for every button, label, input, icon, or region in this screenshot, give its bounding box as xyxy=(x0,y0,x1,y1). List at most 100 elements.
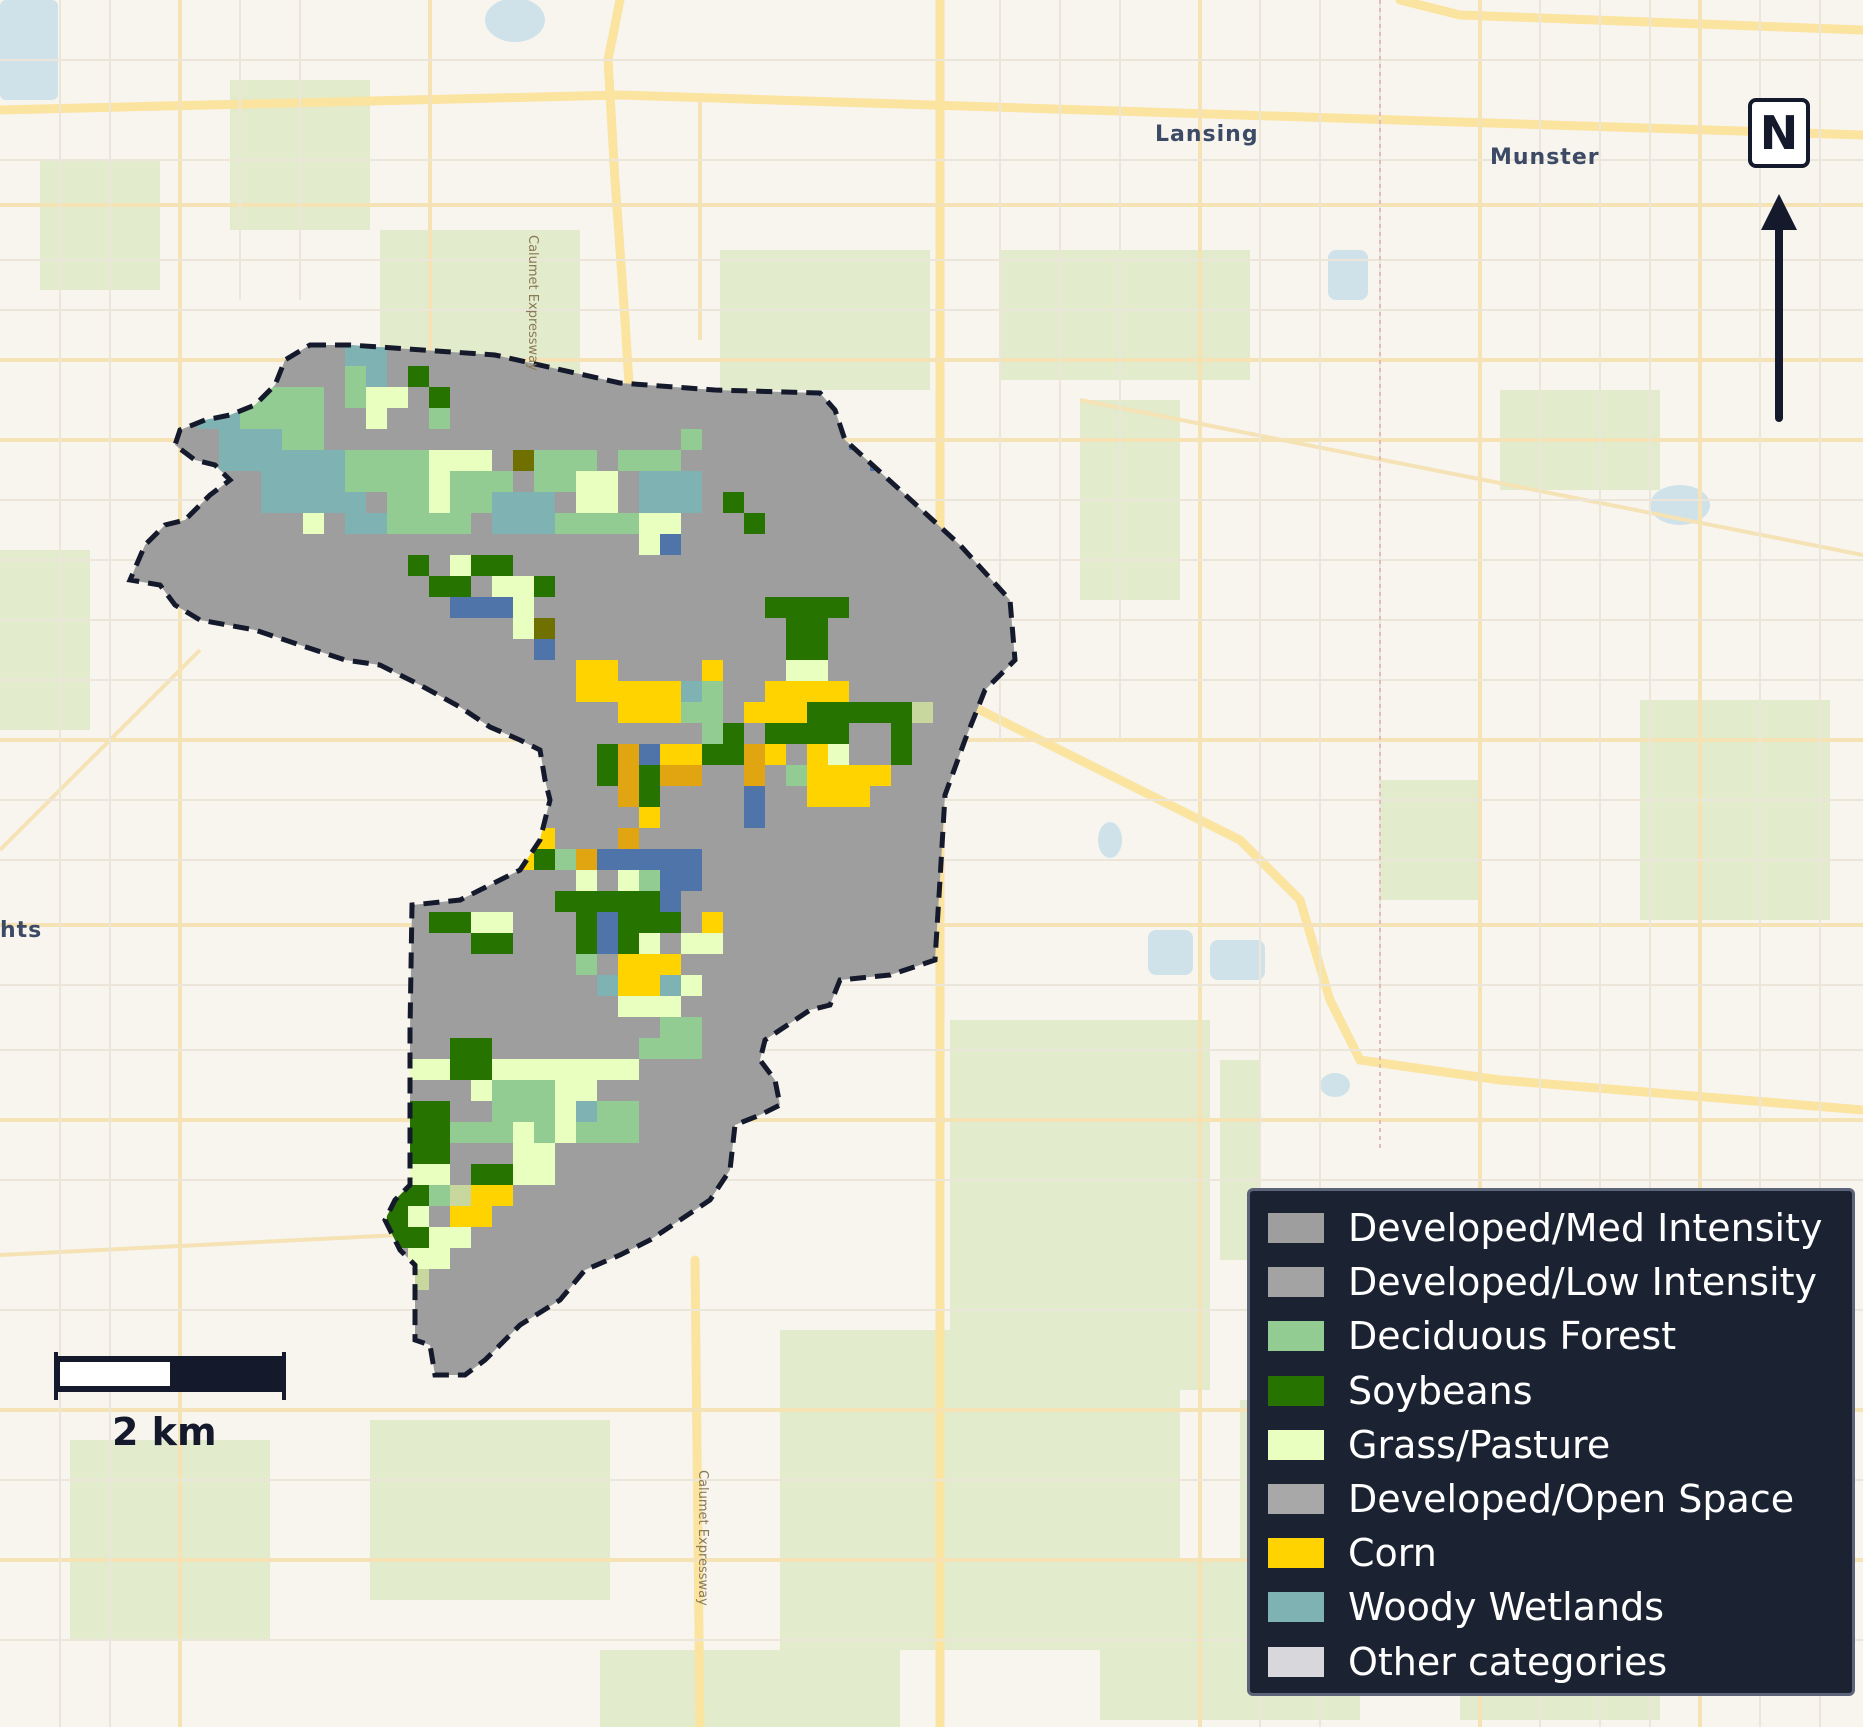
land-cover-cell-corn xyxy=(471,1185,513,1206)
legend-swatch xyxy=(1268,1592,1324,1623)
land-cover-cell-corn xyxy=(807,765,891,786)
land-cover-cell-corn xyxy=(618,954,681,975)
land-cover-cell-deciduous xyxy=(681,429,702,450)
land-cover-cell-grass xyxy=(639,933,660,954)
land-cover-cell-corn xyxy=(807,786,870,807)
land-cover-cell-soybeans xyxy=(471,1164,513,1185)
land-cover-cell-grass xyxy=(471,912,513,933)
land-cover-cell-corn-dark xyxy=(744,744,765,786)
land-cover-cell-corn-dark xyxy=(660,765,702,786)
land-cover-cell-deciduous xyxy=(702,723,723,744)
place-label-munster: Munster xyxy=(1490,145,1600,170)
land-cover-cell-grass xyxy=(828,744,849,765)
land-cover-cell-grass xyxy=(513,1122,534,1143)
land-cover-cell-soybeans xyxy=(807,702,828,723)
map-canvas: Lansing Munster hts Calumet Expressway C… xyxy=(0,0,1863,1727)
land-cover-cell-corn xyxy=(702,660,723,681)
legend-swatch xyxy=(1268,1321,1324,1352)
land-cover-cell-mixed xyxy=(912,702,933,723)
road-label-calumet-north: Calumet Expressway xyxy=(525,235,540,371)
land-cover-cell-grass xyxy=(303,513,324,534)
north-arrow: N xyxy=(1748,98,1818,428)
land-cover-cell-grass xyxy=(513,597,534,639)
land-cover-cell-water xyxy=(450,597,513,618)
land-cover-cell-deciduous xyxy=(786,765,807,786)
legend-label: Grass/Pasture xyxy=(1348,1422,1611,1467)
legend-swatch xyxy=(1268,1267,1324,1298)
land-cover-cell-soybeans xyxy=(786,618,828,660)
land-cover-cell-deciduous xyxy=(345,450,429,492)
legend-item: Woody Wetlands xyxy=(1268,1580,1852,1634)
land-cover-cell-olive xyxy=(513,450,534,471)
legend-item: Other categories xyxy=(1268,1635,1852,1689)
land-cover-cell-corn xyxy=(618,975,660,996)
legend-item: Deciduous Forest xyxy=(1268,1309,1852,1363)
land-cover-cell-wetlands xyxy=(660,975,681,996)
legend-swatch xyxy=(1268,1375,1324,1406)
land-cover-cell-corn xyxy=(765,744,786,765)
legend-item: Corn xyxy=(1268,1526,1852,1580)
land-cover-cell-grass xyxy=(366,387,387,429)
legend-label: Soybeans xyxy=(1348,1368,1533,1413)
land-cover-cell-deciduous xyxy=(639,1038,702,1059)
land-cover-cell-water xyxy=(744,786,765,828)
land-cover-cell-deciduous xyxy=(555,513,597,534)
land-cover-cell-grass xyxy=(429,1227,471,1248)
land-cover-cell-grass xyxy=(597,1059,639,1080)
land-cover-cell-deciduous xyxy=(576,1122,639,1143)
legend-item: Developed/Med Intensity xyxy=(1268,1201,1852,1255)
land-cover-cell-deciduous xyxy=(345,366,366,408)
land-cover-cell-deciduous xyxy=(534,1122,555,1143)
land-cover-cell-corn xyxy=(807,744,828,765)
land-cover-cell-soybeans xyxy=(450,1038,492,1080)
land-cover-cell-mixed xyxy=(450,1185,471,1206)
land-cover-cell-soybeans xyxy=(660,912,681,933)
legend-label: Developed/Low Intensity xyxy=(1348,1260,1818,1305)
land-cover-cell-water xyxy=(597,912,618,954)
land-cover-cell-deciduous xyxy=(429,1185,450,1206)
land-cover-cell-soybeans xyxy=(744,513,765,534)
land-cover-cell-water xyxy=(639,744,660,765)
land-cover-cell-soybeans xyxy=(429,387,450,408)
land-cover-cell-corn xyxy=(765,681,849,702)
land-cover-cell-deciduous xyxy=(639,870,660,891)
land-cover-cell-soybeans xyxy=(534,849,555,870)
land-cover-cell-grass xyxy=(492,1059,534,1080)
land-cover-cell-wetlands xyxy=(639,471,702,513)
land-cover-cell-corn-dark xyxy=(618,744,639,807)
land-cover-cell-deciduous xyxy=(492,1080,555,1122)
land-cover-cell-olive xyxy=(534,618,555,639)
land-cover-cell-grass xyxy=(576,870,597,891)
land-cover-cell-soybeans xyxy=(408,1101,450,1164)
land-cover-cell-soybeans xyxy=(555,891,576,912)
land-cover-cell-water xyxy=(660,849,702,891)
land-cover-cell-deciduous xyxy=(618,450,681,471)
land-cover-cell-deciduous xyxy=(576,954,597,975)
land-cover-cell-deciduous xyxy=(597,513,639,534)
land-cover-cell-soybeans xyxy=(765,597,849,618)
land-cover-cell-soybeans xyxy=(702,744,744,765)
land-cover-cell-soybeans xyxy=(828,702,912,723)
legend-swatch xyxy=(1268,1646,1324,1677)
land-cover-cell-grass xyxy=(408,1059,450,1080)
land-cover-cell-wetlands xyxy=(681,681,702,702)
land-cover-cell-soybeans xyxy=(408,555,429,576)
legend-swatch xyxy=(1268,1538,1324,1569)
land-cover-cell-grass xyxy=(513,1143,555,1185)
land-cover-cell-grass xyxy=(408,1164,450,1185)
land-cover-cell-grass xyxy=(429,492,450,513)
legend-item: Developed/Open Space xyxy=(1268,1472,1852,1526)
scale-label: 2 km xyxy=(112,1410,217,1454)
land-cover-cell-corn xyxy=(702,912,723,933)
legend-label: Deciduous Forest xyxy=(1348,1314,1677,1359)
land-cover-cell-wetlands xyxy=(597,975,618,996)
land-cover-cell-corn xyxy=(660,744,702,765)
legend-label: Developed/Open Space xyxy=(1348,1477,1795,1522)
land-cover-cell-corn xyxy=(450,1206,492,1227)
land-cover-cell-soybeans xyxy=(429,576,471,597)
land-cover-cell-soybeans xyxy=(429,912,471,933)
land-cover-cell-corn xyxy=(618,681,681,723)
land-cover-cell-grass xyxy=(387,387,408,408)
land-cover-cell-soybeans xyxy=(471,555,513,576)
land-cover-cell-soybeans xyxy=(534,576,555,597)
